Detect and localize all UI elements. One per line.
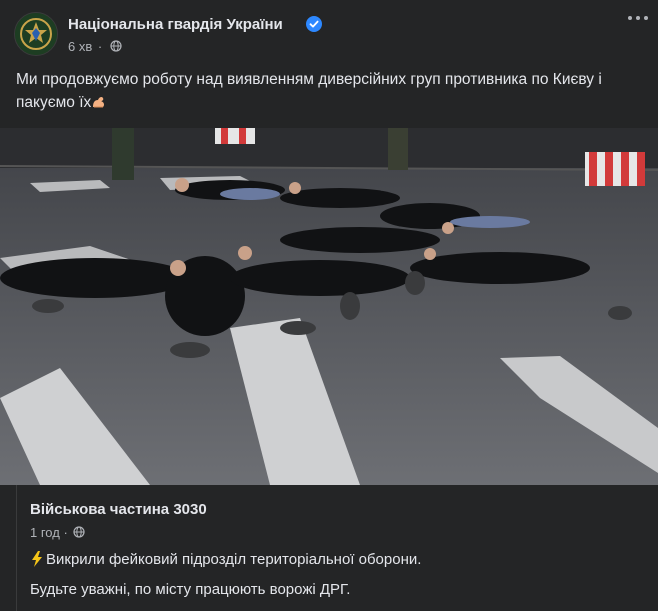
post-meta: 6 хв · xyxy=(68,39,122,54)
globe-icon[interactable] xyxy=(73,526,86,538)
shared-post-author[interactable]: Військова частина 3030 xyxy=(30,501,207,518)
shared-post-meta: 1 год · xyxy=(30,525,86,540)
post-author[interactable]: Національна гвардія України xyxy=(68,16,283,33)
shared-post-line-1-text: Викрили фейковий підрозділ територіально… xyxy=(46,551,422,568)
shared-post-line-1: Викрили фейковий підрозділ територіально… xyxy=(30,551,421,568)
high-voltage-emoji xyxy=(32,551,42,567)
post-time[interactable]: 6 хв xyxy=(68,39,92,54)
photo-image xyxy=(0,128,658,485)
facebook-post: Національна гвардія України 6 хв · Ми пр… xyxy=(0,0,658,611)
verified-badge-icon xyxy=(306,16,322,32)
national-guard-emblem-icon xyxy=(15,13,57,55)
meta-separator: · xyxy=(63,525,68,540)
globe-icon[interactable] xyxy=(110,40,122,52)
page-avatar[interactable] xyxy=(14,12,58,56)
shared-post-divider xyxy=(16,485,17,611)
post-photo[interactable] xyxy=(0,128,658,485)
shared-post-time[interactable]: 1 год xyxy=(30,525,60,540)
flexed-biceps-emoji xyxy=(93,96,105,108)
shared-post: Військова частина 3030 1 год · Викрили ф… xyxy=(16,485,636,611)
more-options-icon[interactable] xyxy=(628,14,648,22)
post-header: Національна гвардія України 6 хв · xyxy=(14,12,644,60)
shared-post-line-2: Будьте уважні, по місту працюють ворожі … xyxy=(30,581,351,598)
post-text: Ми продовжуємо роботу над виявленням див… xyxy=(16,68,646,114)
meta-separator: · xyxy=(97,39,103,54)
